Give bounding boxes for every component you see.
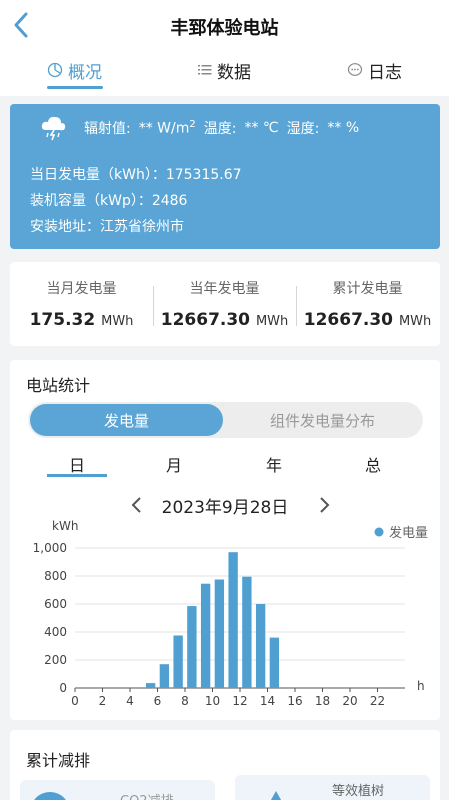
reduction-title: 累计减排 <box>26 751 91 770</box>
seg-generation[interactable]: 发电量 <box>30 404 223 436</box>
active-tab-indicator <box>47 86 103 89</box>
y-tick-label: 800 <box>44 569 67 583</box>
summary-total-value: 12667.30 MWh <box>303 310 432 330</box>
period-year[interactable]: 年 <box>244 452 304 476</box>
period-total[interactable]: 总 <box>343 452 403 476</box>
summary-month-label: 当月发电量 <box>46 281 117 297</box>
summary-month: 当月发电量 175.32 MWh <box>10 262 153 346</box>
radiation-value: ** W/m2 <box>138 119 196 137</box>
summary-year-value: 12667.30 MWh <box>160 310 289 330</box>
seg-module-distribution[interactable]: 组件发电量分布 <box>224 404 421 436</box>
tab-overview[interactable]: 概况 <box>47 50 102 90</box>
x-tick-label: 22 <box>370 694 385 708</box>
x-axis-label: h <box>417 679 425 693</box>
tab-log[interactable]: 日志 <box>347 50 402 90</box>
x-tick-label: 8 <box>181 694 189 708</box>
bar <box>242 576 252 688</box>
temp-value: ** ℃ <box>244 120 279 136</box>
radiation-label: 辐射值: <box>84 121 131 137</box>
bar <box>255 604 266 688</box>
y-tick-label: 1,000 <box>33 541 67 555</box>
y-tick-label: 400 <box>44 625 67 639</box>
install-address: 安装地址：江苏省徐州市 <box>30 219 184 235</box>
humidity-label: 湿度: <box>286 121 320 137</box>
bar <box>269 637 280 688</box>
bar <box>228 552 238 688</box>
tree-label: 等效植树 <box>332 784 385 799</box>
summary-year: 当年发电量 12667.30 MWh <box>153 262 296 346</box>
tree-tile: 等效植树 <box>235 775 430 800</box>
bar <box>173 635 183 688</box>
x-tick-label: 10 <box>205 694 220 708</box>
generation-bar-chart: 0 200 400 600 800 1,000 kWh 0 2 4 6 8 10 12 14 16 18 20 22… <box>33 519 428 708</box>
installed-capacity: 装机容量（kWp）：2486 <box>30 193 188 209</box>
x-tick-label: 6 <box>154 694 162 708</box>
x-tick-label: 16 <box>287 694 302 708</box>
summary-year-label: 当年发电量 <box>189 281 260 297</box>
tab-data-label: 数据 <box>217 62 251 83</box>
y-axis-label: kWh <box>52 519 78 533</box>
temp-label: 温度: <box>203 121 237 137</box>
emission-reduction-card: 累计减排 CO2减排 等效植树 <box>10 730 440 800</box>
y-tick-label: 200 <box>44 653 67 667</box>
active-period-indicator <box>47 474 107 477</box>
co2-icon <box>30 792 70 800</box>
co2-label: CO2减排 <box>120 790 174 800</box>
metric-segmented-control: 发电量 组件发电量分布 <box>28 402 423 438</box>
co2-tile: CO2减排 <box>20 780 215 800</box>
x-tick-label: 4 <box>126 694 134 708</box>
y-tick-label: 600 <box>44 597 67 611</box>
tab-data[interactable]: 数据 <box>198 50 251 90</box>
weather-card: 辐射值: ** W/m2 温度: ** ℃ 湿度: ** % 当日发电量（kWh… <box>10 104 440 249</box>
stats-title: 电站统计 <box>26 376 91 395</box>
tab-log-label: 日志 <box>368 62 402 83</box>
legend-marker <box>374 527 384 537</box>
bar <box>159 664 170 688</box>
daily-generation: 当日发电量（kWh）：175315.67 <box>30 167 242 183</box>
y-tick-label: 0 <box>59 681 67 695</box>
list-icon <box>198 65 212 75</box>
legend-label: 发电量 <box>389 525 428 541</box>
summary-month-value: 175.32 MWh <box>29 310 134 330</box>
thunderstorm-icon <box>41 116 66 141</box>
x-tick-label: 18 <box>315 694 330 708</box>
tab-overview-label: 概况 <box>68 62 102 83</box>
humidity-value: ** % <box>327 120 360 136</box>
page-title: 丰郅体验电站 <box>170 18 279 39</box>
x-tick-label: 20 <box>342 694 357 708</box>
period-day[interactable]: 日 <box>47 452 107 476</box>
summary-total: 累计发电量 12667.30 MWh <box>296 262 439 346</box>
tab-bar: 概况 数据 日志 <box>0 50 449 90</box>
app-header: 丰郅体验电站 概况 数据 日志 <box>0 0 449 96</box>
tree-icon <box>270 791 282 800</box>
x-tick-label: 14 <box>260 694 275 708</box>
period-month[interactable]: 月 <box>144 452 204 476</box>
bar <box>214 579 225 688</box>
x-tick-label: 12 <box>232 694 247 708</box>
weather-row: 辐射值: ** W/m2 温度: ** ℃ 湿度: ** % <box>40 114 359 142</box>
chat-icon <box>347 63 363 76</box>
generation-summary-card: 当月发电量 175.32 MWh 当年发电量 12667.30 MWh 累计发电… <box>10 262 440 346</box>
x-tick-label: 0 <box>71 694 79 708</box>
bar <box>200 583 211 688</box>
x-tick-label: 2 <box>99 694 107 708</box>
station-stats-card: 电站统计 发电量 组件发电量分布 日 月 年 总 2023年9月28日 0 200… <box>10 360 440 720</box>
summary-total-label: 累计发电量 <box>332 281 403 297</box>
bar <box>187 606 197 688</box>
pie-chart-icon <box>47 62 63 78</box>
bar <box>145 683 156 688</box>
